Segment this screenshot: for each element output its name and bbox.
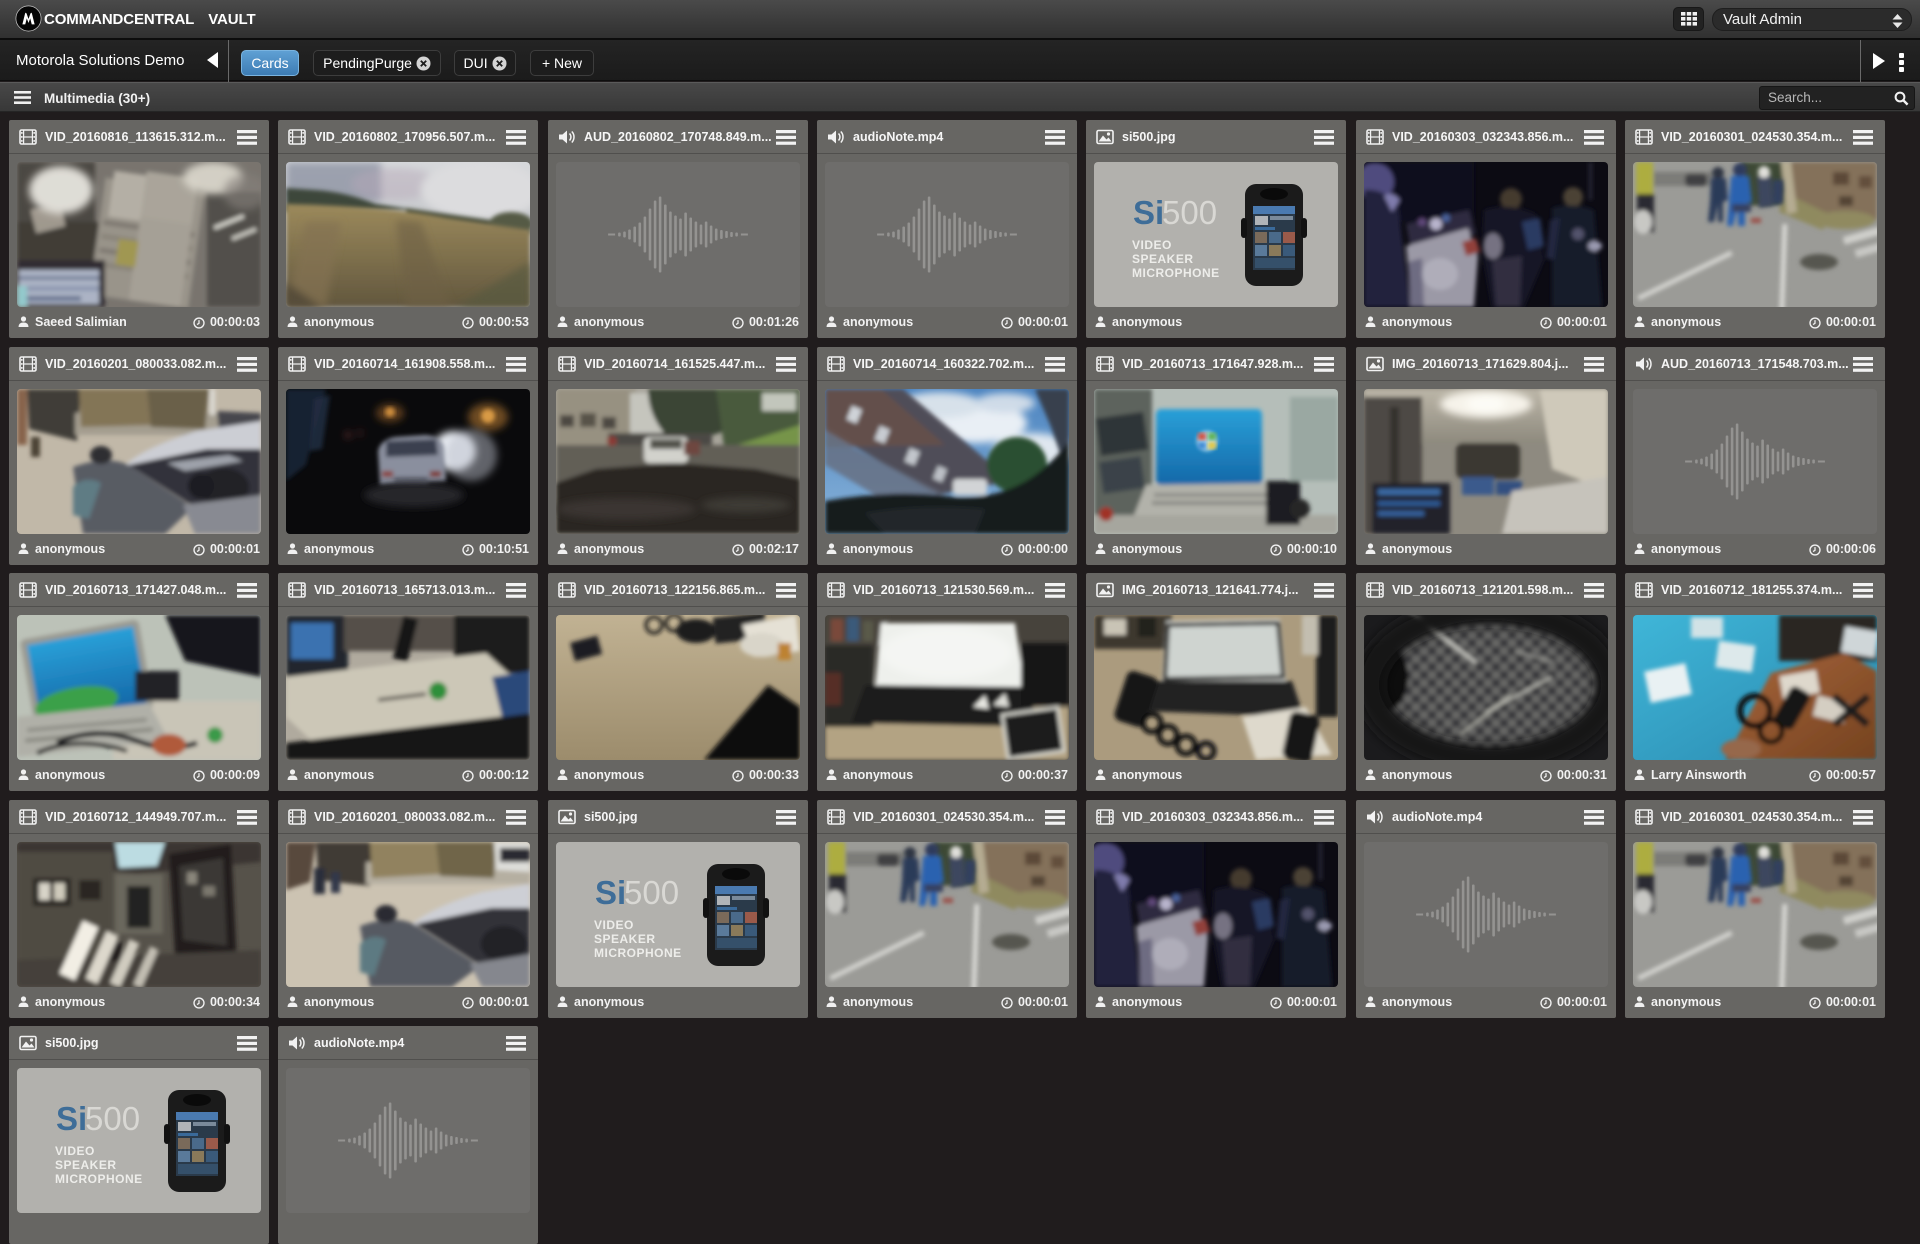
svg-text:MICROPHONE: MICROPHONE — [1132, 266, 1220, 280]
svg-text:Si: Si — [1133, 194, 1164, 231]
svg-text:VIDEO: VIDEO — [55, 1144, 95, 1158]
svg-text:500: 500 — [1162, 194, 1217, 231]
svg-text:VIDEO: VIDEO — [594, 918, 634, 932]
svg-text:500: 500 — [624, 874, 679, 911]
svg-text:Si: Si — [595, 874, 626, 911]
svg-text:SPEAKER: SPEAKER — [55, 1158, 117, 1172]
svg-text:500: 500 — [85, 1100, 140, 1137]
svg-text:MICROPHONE: MICROPHONE — [55, 1172, 143, 1186]
svg-text:MICROPHONE: MICROPHONE — [594, 946, 682, 960]
svg-text:VIDEO: VIDEO — [1132, 238, 1172, 252]
svg-text:SPEAKER: SPEAKER — [594, 932, 656, 946]
svg-text:SPEAKER: SPEAKER — [1132, 252, 1194, 266]
svg-text:Si: Si — [56, 1100, 87, 1137]
